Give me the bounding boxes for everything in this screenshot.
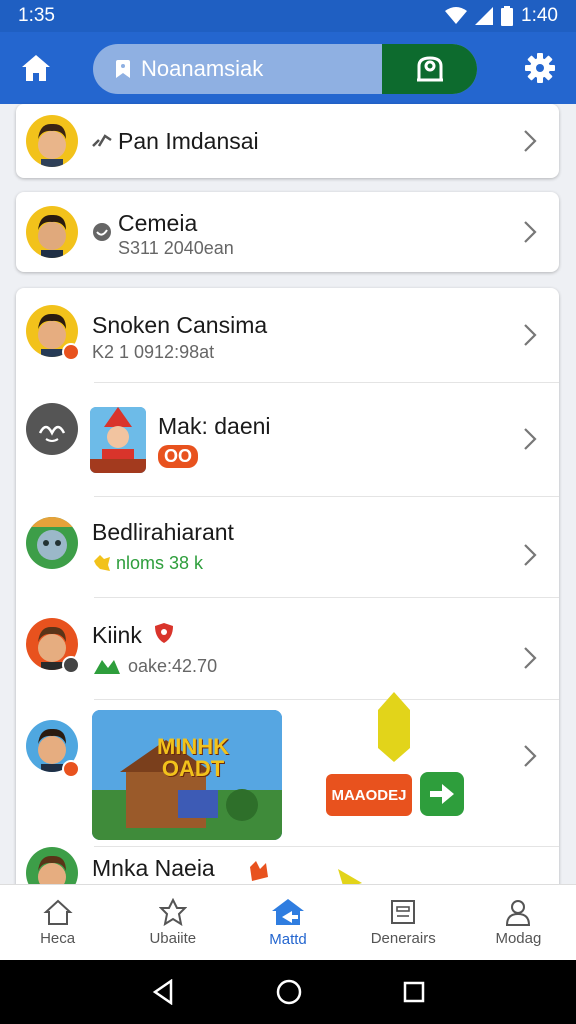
game-thumbnail: [90, 407, 146, 473]
status-bar: 1:35 1:40: [0, 0, 576, 32]
card-3: Snoken Cansima K2 1 0912:98at Mak: daeni…: [16, 288, 559, 898]
list-item[interactable]: Pan Imdansai: [16, 104, 559, 178]
list-item[interactable]: Kiink oake:42.70: [16, 598, 559, 699]
chevron-right-icon: [524, 130, 537, 152]
nav-label: Ubaiite: [149, 930, 197, 947]
avatar: [26, 206, 78, 258]
arrow-right-icon: [430, 784, 454, 804]
play-button[interactable]: [420, 772, 464, 816]
chevron-right-icon: [524, 428, 537, 450]
settings-button[interactable]: [522, 50, 558, 86]
wifi-icon: [445, 7, 468, 24]
link-icon: [92, 134, 112, 147]
nav-item-generators[interactable]: Denerairs: [346, 885, 461, 960]
chevron-right-icon: [524, 647, 537, 669]
item-title: Cemeia: [118, 210, 198, 236]
list-item[interactable]: Bedlirahiarant nloms 38 k: [16, 497, 559, 597]
game-banner[interactable]: MINHK OADT: [92, 710, 282, 840]
nav-item-update[interactable]: Ubaiite: [115, 885, 230, 960]
card-2: Cemeia S311 2040ean: [16, 192, 559, 272]
item-subtitle: S311 2040ean: [118, 238, 234, 258]
flag-icon: [378, 692, 410, 762]
status-icon: [93, 223, 111, 241]
status-badge: [62, 656, 80, 674]
house-share-icon: [272, 899, 304, 925]
avatar: [26, 517, 78, 569]
hand-icon: [250, 861, 268, 881]
status-time-right: 1:40: [521, 5, 558, 26]
promo-item[interactable]: MINHK OADT MAAODEJ: [16, 692, 559, 846]
home-button[interactable]: [16, 48, 56, 88]
tag-icon: [116, 60, 130, 78]
item-badge: OO: [158, 445, 199, 468]
game-title: MINHK OADT: [156, 734, 230, 781]
bottom-nav: Heca Ubaiite Mattd Denerairs Modag: [0, 884, 576, 960]
avatar: [26, 115, 78, 167]
search-field[interactable]: Noanamsiak: [93, 44, 382, 94]
nav-label: Mattd: [269, 931, 307, 948]
item-title: Mak: daeni: [158, 413, 271, 439]
nav-item-match[interactable]: Mattd: [230, 885, 345, 960]
home-circle-icon[interactable]: [276, 979, 302, 1005]
item-title: Snoken Cansima: [92, 312, 268, 338]
status-badge: [62, 760, 80, 778]
item-title: Mnka Naeia: [92, 855, 215, 881]
list-item[interactable]: Snoken Cansima K2 1 0912:98at: [16, 288, 559, 382]
nav-item-home[interactable]: Heca: [0, 885, 115, 960]
puzzle-icon: [94, 555, 110, 571]
chevron-right-icon: [524, 324, 537, 346]
nav-label: Heca: [40, 930, 76, 947]
chevron-right-icon: [524, 221, 537, 243]
status-badge: [62, 343, 80, 361]
avatar: [26, 403, 78, 455]
list-item[interactable]: Cemeia S311 2040ean: [16, 192, 559, 272]
person-icon: [506, 900, 531, 926]
gear-icon: [525, 53, 555, 83]
contacts-icon: [416, 56, 443, 82]
document-icon: [391, 900, 416, 924]
list-item[interactable]: Mak: daeni OO: [16, 383, 559, 496]
shield-icon: [155, 623, 173, 643]
search-bar[interactable]: Noanamsiak: [93, 44, 477, 94]
nav-label: Modag: [495, 930, 542, 947]
card-1: Pan Imdansai: [16, 104, 559, 178]
app-bar: Noanamsiak: [0, 32, 576, 104]
nav-label: Denerairs: [370, 930, 436, 947]
home-icon: [22, 55, 50, 81]
nav-item-profile[interactable]: Modag: [461, 885, 576, 960]
puzzle-outline-icon: [158, 898, 187, 926]
item-title: Kiink: [92, 622, 142, 648]
item-title: Bedlirahiarant: [92, 519, 234, 545]
item-title: Pan Imdansai: [118, 128, 259, 154]
chevron-right-icon: [524, 544, 537, 566]
status-time-left: 1:35: [18, 5, 55, 26]
back-icon[interactable]: [151, 979, 175, 1005]
signal-icon: [475, 7, 494, 25]
action-button[interactable]: MAAODEJ: [326, 774, 412, 816]
search-text: Noanamsiak: [141, 56, 264, 81]
system-nav-bar: [0, 960, 576, 1024]
contacts-button[interactable]: [382, 44, 477, 94]
chevron-right-icon: [524, 745, 537, 767]
item-subtitle: oake:42.70: [128, 656, 218, 676]
recents-icon[interactable]: [403, 981, 425, 1003]
status-icons: 1:40: [445, 5, 558, 27]
item-subtitle: K2 1 0912:98at: [92, 342, 215, 362]
battery-icon: [501, 6, 514, 26]
home-outline-icon: [43, 899, 73, 925]
item-subtitle: nloms 38 k: [116, 553, 204, 573]
arrow-icon: [94, 660, 120, 674]
